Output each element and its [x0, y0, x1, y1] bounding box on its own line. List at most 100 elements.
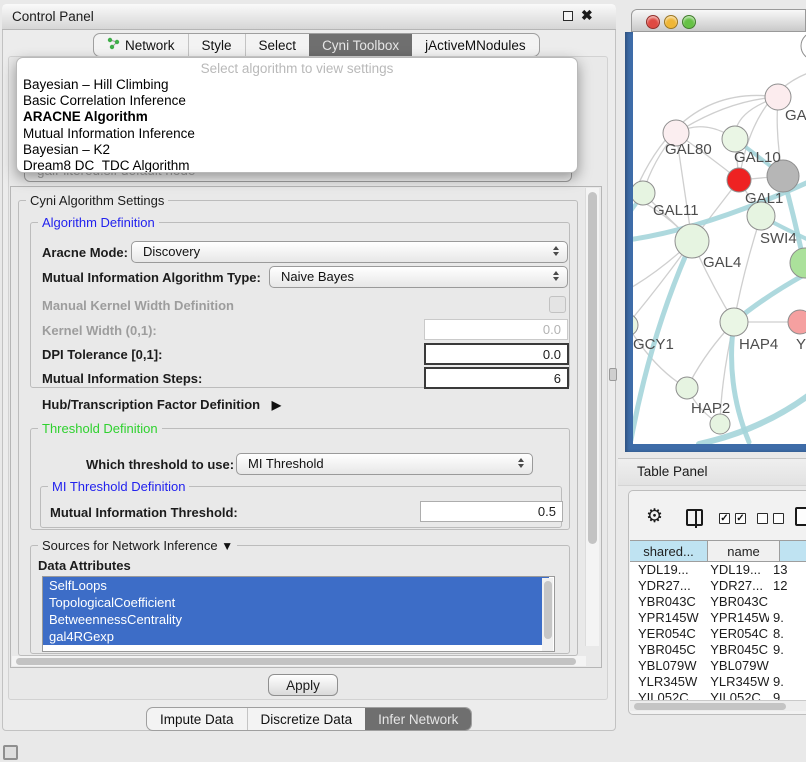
table-row[interactable]: YBR043CYBR043C: [630, 594, 806, 610]
mi-steps-field[interactable]: 6: [424, 367, 569, 389]
tab-style[interactable]: Style: [188, 34, 245, 56]
kernel-width-field[interactable]: 0.0: [424, 319, 568, 340]
traffic-light-minimize-icon[interactable]: [664, 15, 678, 29]
aracne-mode-combo[interactable]: Discovery: [131, 241, 568, 263]
dropdown-item-bayesian-k2[interactable]: Bayesian – K2: [17, 142, 577, 158]
table-hscroll-thumb[interactable]: [634, 703, 786, 710]
table-cell[interactable]: YBL079W: [630, 658, 702, 674]
list-item-topologicalcoefficient[interactable]: TopologicalCoefficient: [43, 594, 549, 611]
list-item-betweennesscentrality[interactable]: BetweennessCentrality: [43, 611, 549, 628]
network-node-gcy1[interactable]: [633, 314, 638, 336]
network-node-gal4[interactable]: [675, 224, 709, 258]
column-header-shared[interactable]: shared...: [630, 540, 708, 562]
table-row[interactable]: YIL052CYIL052C9.: [630, 690, 806, 700]
column-header-name[interactable]: name: [708, 540, 780, 562]
table-cell[interactable]: YBR045C: [702, 642, 769, 658]
split-columns-icon[interactable]: [686, 509, 703, 526]
tab-network[interactable]: Network: [94, 34, 188, 56]
table-row[interactable]: YDL19...YDL19...13: [630, 562, 806, 578]
tab-select[interactable]: Select: [245, 34, 310, 56]
table-cell[interactable]: [769, 594, 806, 610]
table-cell[interactable]: YLR345W: [630, 674, 702, 690]
table-cell[interactable]: 13: [769, 562, 806, 578]
select-all-checkbox-icon[interactable]: ✓: [719, 513, 730, 524]
minimized-panel-icon[interactable]: [3, 745, 18, 760]
control-panel-titlebar[interactable]: [2, 4, 616, 30]
list-item-selfloops[interactable]: SelfLoops: [43, 577, 549, 594]
table-cell[interactable]: [769, 658, 806, 674]
table-row[interactable]: YDR27...YDR27...12: [630, 578, 806, 594]
list-scroll-thumb[interactable]: [544, 581, 552, 639]
table-cell[interactable]: YIL052C: [630, 690, 702, 700]
network-titlebar[interactable]: [631, 9, 806, 32]
mi-threshold-field[interactable]: 0.5: [420, 501, 563, 522]
vscroll-thumb[interactable]: [588, 192, 597, 544]
traffic-light-zoom-icon[interactable]: [682, 15, 696, 29]
dropdown-item-basic-correlation-inference[interactable]: Basic Correlation Inference: [17, 93, 577, 109]
traffic-light-close-icon[interactable]: [646, 15, 660, 29]
tab-cyni-toolbox[interactable]: Cyni Toolbox: [309, 34, 412, 56]
network-node-hap2[interactable]: [676, 377, 698, 399]
network-node-gal1[interactable]: [727, 168, 751, 192]
deselect-checkbox-icon[interactable]: [757, 513, 768, 524]
table-cell[interactable]: YLR345W: [702, 674, 769, 690]
which-threshold-combo[interactable]: MI Threshold: [236, 453, 533, 475]
dpi-tolerance-field[interactable]: 0.0: [424, 343, 569, 365]
table-hscrollbar[interactable]: [630, 700, 806, 711]
network-node[interactable]: [801, 32, 806, 60]
network-node-y[interactable]: [788, 310, 806, 334]
tab-impute-data[interactable]: Impute Data: [147, 708, 247, 730]
table-cell[interactable]: YER054C: [702, 626, 769, 642]
table-row[interactable]: YBR045CYBR045C9.: [630, 642, 806, 658]
network-node-hap4[interactable]: [720, 308, 748, 336]
table-cell[interactable]: 8.: [769, 626, 806, 642]
table-cell[interactable]: YBR043C: [630, 594, 702, 610]
dropdown-item-mutual-information-inference[interactable]: Mutual Information Inference: [17, 126, 577, 142]
hscroll-thumb[interactable]: [16, 658, 576, 665]
dropdown-item-dream8-dc-tdc-algorithm[interactable]: Dream8 DC_TDC Algorithm: [17, 158, 577, 173]
settings-hscrollbar[interactable]: [12, 656, 586, 666]
hub-section-toggle[interactable]: Hub/Transcription Factor Definition ▶: [42, 397, 281, 412]
export-table-icon[interactable]: [795, 507, 806, 526]
network-canvas[interactable]: GALGAL80GAL10GAL1GAL11SWI4GAL4GCY1HAP4YH…: [633, 32, 806, 444]
table-cell[interactable]: 9.: [769, 674, 806, 690]
table-cell[interactable]: YDR27...: [702, 578, 769, 594]
table-row[interactable]: YLR345WYLR345W9.: [630, 674, 806, 690]
gear-icon[interactable]: ⚙: [646, 507, 663, 526]
dropdown-item-aracne-algorithm[interactable]: ARACNE Algorithm: [17, 109, 577, 125]
manual-kernel-checkbox[interactable]: [549, 296, 566, 313]
list-scrollbar[interactable]: [542, 578, 553, 652]
tab-infer-network[interactable]: Infer Network: [365, 708, 471, 730]
table-cell[interactable]: YBR043C: [702, 594, 769, 610]
panel-divider-grip[interactable]: [609, 368, 617, 381]
tab-jactivemnodules[interactable]: jActiveMNodules: [412, 34, 539, 56]
table-cell[interactable]: YBR045C: [630, 642, 702, 658]
table-cell[interactable]: 12: [769, 578, 806, 594]
float-window-icon[interactable]: [563, 11, 573, 21]
table-row[interactable]: YBL079WYBL079W: [630, 658, 806, 674]
column-header-col2[interactable]: [780, 540, 806, 562]
table-cell[interactable]: YIL052C: [702, 690, 769, 700]
settings-vscrollbar[interactable]: [585, 188, 599, 646]
table-row[interactable]: YPR145WYPR145W9.: [630, 610, 806, 626]
network-node[interactable]: [790, 248, 806, 278]
network-node[interactable]: [710, 414, 730, 434]
table-cell[interactable]: 9.: [769, 690, 806, 700]
table-cell[interactable]: YPR145W: [630, 610, 702, 626]
table-cell[interactable]: 9.: [769, 642, 806, 658]
sources-group-title[interactable]: Sources for Network Inference ▼: [38, 538, 237, 553]
table-row[interactable]: YER054CYER054C8.: [630, 626, 806, 642]
table-cell[interactable]: YDL19...: [630, 562, 702, 578]
table-cell[interactable]: YDR27...: [630, 578, 702, 594]
table-cell[interactable]: YBL079W: [702, 658, 769, 674]
apply-button[interactable]: Apply: [268, 674, 338, 696]
deselect-checkbox-icon-2[interactable]: [773, 513, 784, 524]
mi-type-combo[interactable]: Naive Bayes: [269, 266, 568, 288]
dropdown-item-bayesian-hill-climbing[interactable]: Bayesian – Hill Climbing: [17, 77, 577, 93]
table-cell[interactable]: YDL19...: [702, 562, 769, 578]
select-all-checkbox-icon-2[interactable]: ✓: [735, 513, 746, 524]
close-icon[interactable]: ✖: [581, 7, 593, 24]
table-cell[interactable]: 9.: [769, 610, 806, 626]
network-node-gal11[interactable]: [633, 181, 655, 205]
table-cell[interactable]: YER054C: [630, 626, 702, 642]
